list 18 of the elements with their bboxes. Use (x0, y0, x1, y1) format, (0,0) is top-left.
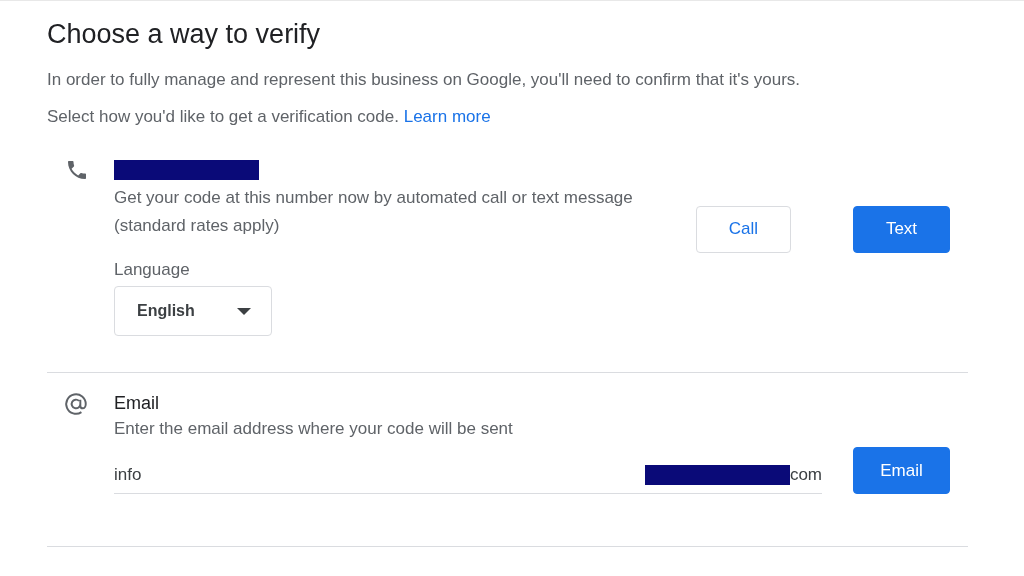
intro-text: In order to fully manage and represent this business on Google, you'll need to confirm that it's yours. (47, 70, 801, 90)
verify-button[interactable]: Text (853, 205, 950, 253)
phone-icon (65, 158, 89, 182)
language-dropdown[interactable]: English (114, 286, 272, 336)
email-field[interactable]: info com (114, 457, 822, 494)
learn-more-link[interactable]: Learn more (403, 107, 491, 126)
email-domain-ending: com (789, 465, 822, 485)
verify-button[interactable]: Call (696, 205, 791, 253)
language-label: Language (114, 260, 191, 280)
method-title: Email (114, 392, 160, 415)
prompt-text: Select how you'd like to get a verification code. Learn more (47, 107, 492, 127)
caret-icon (237, 307, 251, 315)
method-description: Enter the email address where your code will be sent (114, 418, 514, 440)
email-button[interactable]: Email (853, 447, 950, 494)
method-description: Get your code at this number now by automated call or text message (standard rates apply) (114, 187, 634, 237)
page-title: Choose a way to verify (47, 19, 322, 50)
at-sign-icon (63, 391, 89, 417)
email-local-part: info (114, 465, 142, 485)
